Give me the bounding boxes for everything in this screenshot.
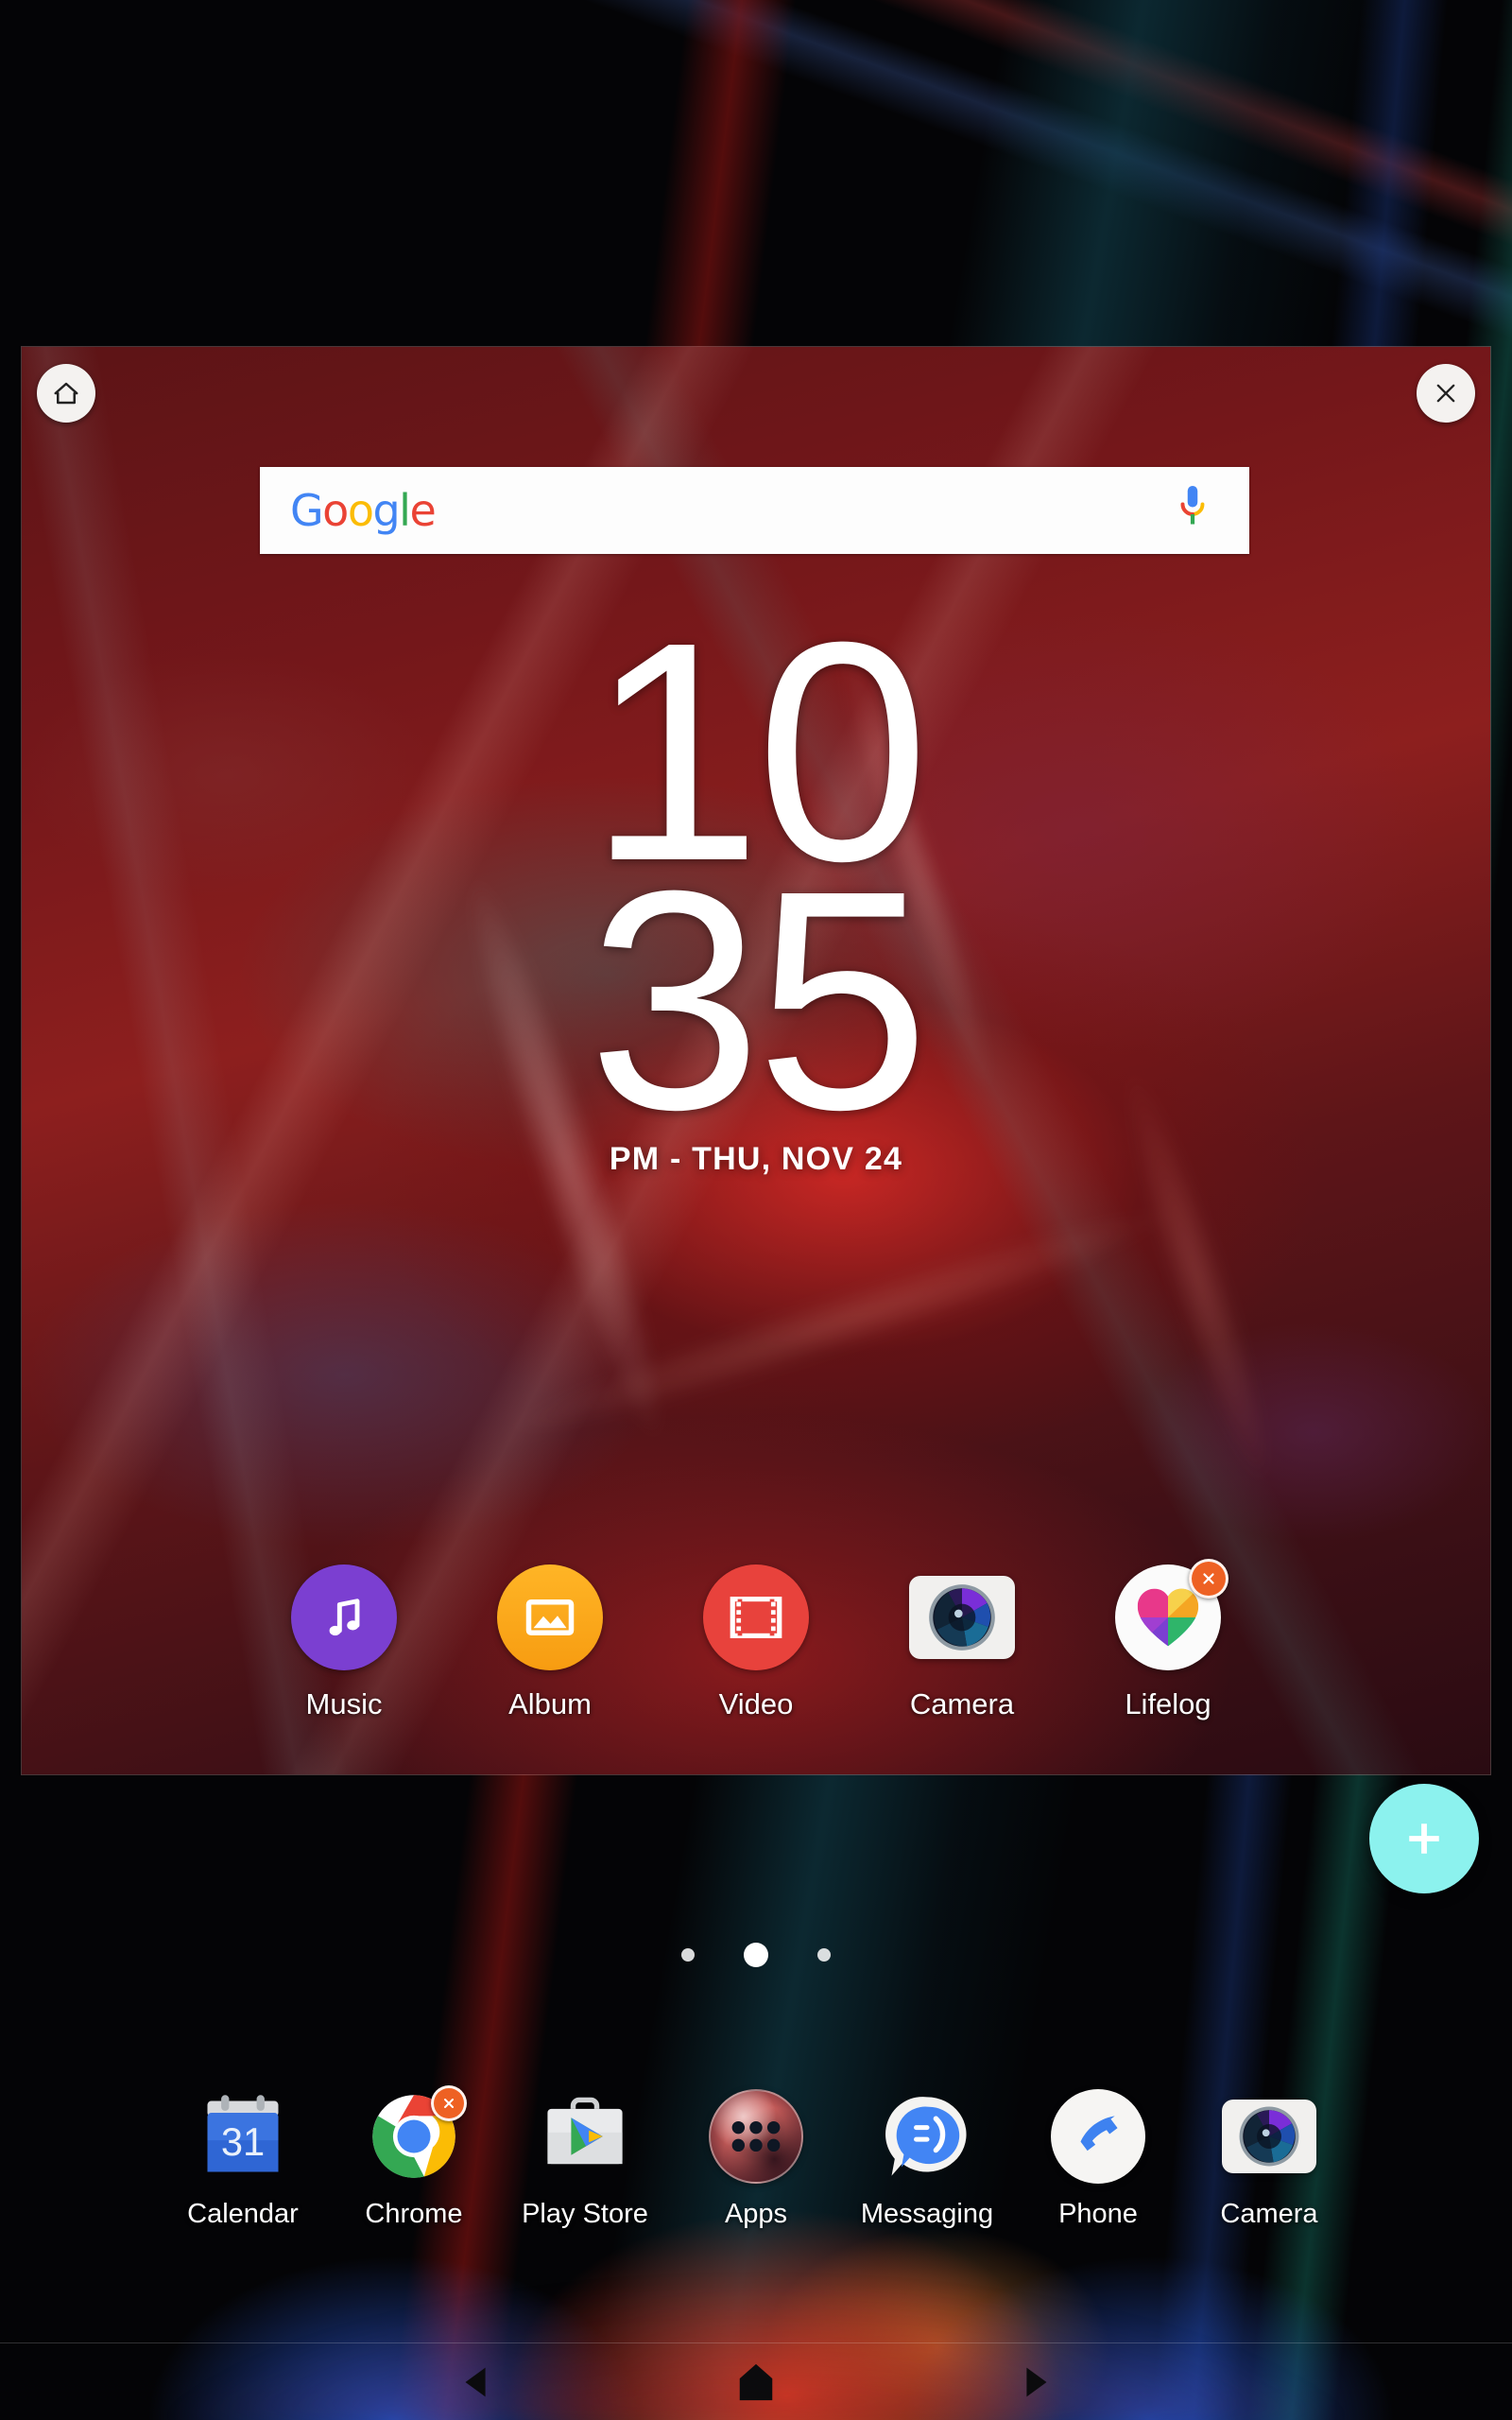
app-icon-wrap [497,1564,603,1670]
play-store-icon [547,2097,623,2165]
dock-item-apps[interactable]: Apps [671,2089,842,2230]
page-dot-2-active[interactable] [744,1943,768,1967]
app-icon-wrap [367,2085,467,2184]
calendar-day: 31 [221,2119,265,2164]
page-indicator[interactable] [0,1943,1512,1967]
app-icon-wrap [1051,2089,1145,2184]
dock-item-phone[interactable]: Phone [1013,2089,1184,2230]
google-letter-e: e [409,485,436,536]
dock-item-chrome[interactable]: Chrome [329,2085,500,2230]
recents-button[interactable] [1005,2351,1067,2413]
music-note-glyph [329,1599,360,1636]
photo-glyph [525,1599,575,1635]
back-button[interactable] [445,2351,507,2413]
camera-lens-icon [909,1576,1015,1659]
app-camera[interactable]: Camera [859,1564,1065,1721]
calendar-icon: 31 [207,2095,279,2172]
close-icon [1203,1573,1214,1584]
home-button[interactable] [725,2351,787,2413]
microphone-icon [1180,485,1205,524]
app-label: Phone [1058,2199,1138,2229]
home-app-row: Music Album Video Camera Lifelog [0,1559,1512,1721]
app-video[interactable]: Video [653,1564,859,1721]
dock-item-calendar[interactable]: 31 Calendar [158,2089,329,2230]
app-music[interactable]: Music [241,1564,447,1721]
app-label: Camera [909,1687,1015,1720]
clock-minutes: 35 [588,824,929,1174]
camera-lens-icon [1222,2100,1316,2173]
app-label: Apps [724,2199,788,2229]
page-dot-3[interactable] [817,1948,831,1962]
home-icon [54,382,78,405]
heart-glyph [1137,1588,1199,1647]
close-button[interactable] [1417,364,1475,423]
dock-item-play-store[interactable]: Play Store [500,2089,671,2230]
app-label: Music [305,1687,383,1720]
google-letter-o1: o [322,485,349,536]
app-icon-wrap [909,1564,1015,1670]
film-strip-glyph [730,1597,782,1638]
remove-badge[interactable] [1189,1559,1228,1599]
app-icon-wrap [291,1564,397,1670]
navigation-bar [0,2342,1512,2420]
remove-badge[interactable] [431,2085,467,2121]
app-label: Camera [1220,2199,1318,2229]
add-widget-fab[interactable] [1369,1784,1479,1893]
app-icon-wrap: 31 [196,2089,290,2184]
voice-search-button[interactable] [1176,484,1210,538]
plus-icon [1409,1824,1439,1854]
app-icon-wrap [538,2089,632,2184]
app-label: Play Store [522,2199,648,2229]
google-letter-l: l [399,485,411,536]
app-icon-wrap [1222,2089,1316,2184]
dock: 31 Calendar Chrome Play Store Apps Messa… [0,2085,1512,2230]
home-button[interactable] [37,364,95,423]
google-letter-o2: o [347,485,374,536]
app-drawer-dots [731,2120,781,2152]
google-logo: Google [290,489,437,532]
close-icon [444,2099,454,2108]
google-letter-g2: g [372,485,400,536]
dock-item-camera[interactable]: Camera [1184,2089,1355,2230]
page-dot-1[interactable] [681,1948,695,1962]
film-strip-icon [703,1564,809,1670]
camera-lens-glyph [1239,2106,1299,2167]
phone-icon [1051,2089,1145,2184]
home-pentagon-icon [739,2363,773,2400]
app-icon-wrap [880,2089,974,2184]
app-label: Album [508,1687,592,1720]
app-label: Lifelog [1125,1687,1211,1720]
recents-triangle-icon [1026,2367,1047,2396]
dock-item-messaging[interactable]: Messaging [842,2089,1013,2230]
app-icon-wrap [703,1564,809,1670]
clock-date: PM - THU, NOV 24 [609,1141,903,1178]
google-search-bar[interactable]: Google [260,467,1249,554]
app-label: Chrome [365,2199,463,2229]
app-label: Calendar [187,2199,299,2229]
photo-icon [497,1564,603,1670]
camera-lens-glyph [929,1584,995,1651]
back-triangle-icon [465,2367,486,2396]
app-lifelog[interactable]: Lifelog [1065,1559,1271,1721]
app-label: Messaging [860,2199,994,2229]
music-note-icon [291,1564,397,1670]
app-album[interactable]: Album [447,1564,653,1721]
app-icon-wrap [709,2089,803,2184]
clock-widget[interactable]: 10 35 PM - THU, NOV 24 [0,596,1512,1178]
google-letter-g1: G [290,485,324,536]
close-icon [1436,384,1455,403]
app-icon-wrap [1115,1559,1228,1670]
app-label: Video [718,1687,794,1720]
app-drawer-icon [709,2089,803,2184]
message-icon [885,2097,967,2176]
phone-handset-glyph [1080,2116,1118,2152]
